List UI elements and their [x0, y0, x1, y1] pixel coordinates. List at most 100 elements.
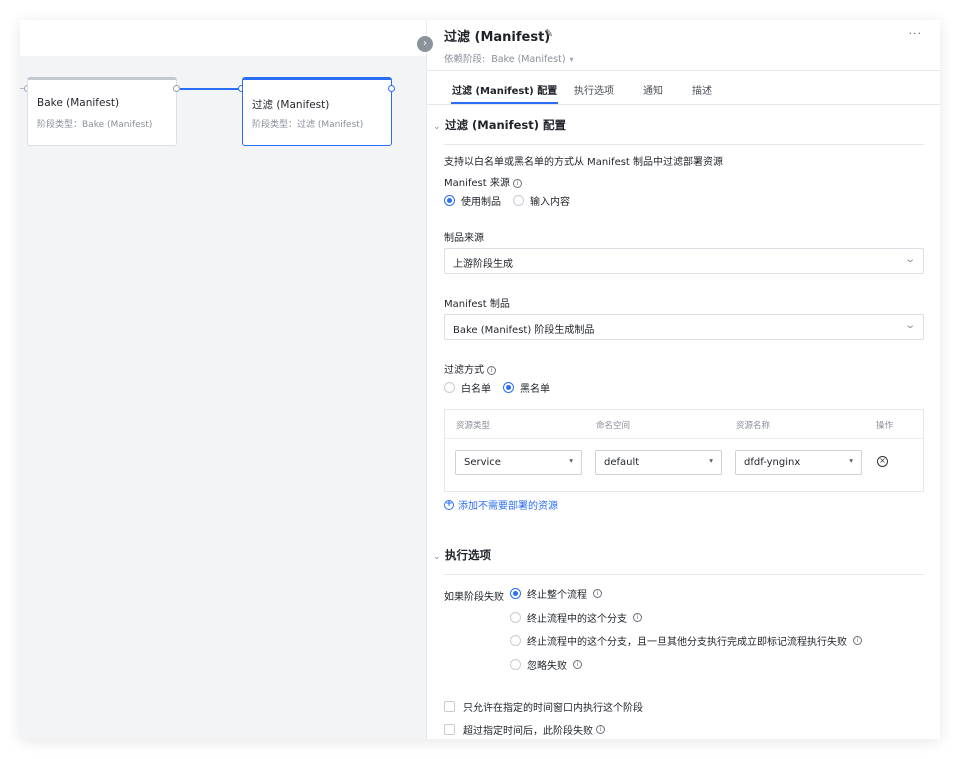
checkbox-timeout-fail[interactable]: 超过指定时间后，此阶段失败 i	[444, 722, 605, 737]
caret-down-icon: ▾	[569, 456, 573, 465]
info-icon[interactable]: i	[593, 588, 602, 598]
radio-button[interactable]	[510, 611, 521, 623]
info-icon[interactable]: i	[853, 635, 862, 645]
manifest-artifact-select[interactable]: Bake (Manifest) 阶段生成制品 ⌄	[444, 314, 924, 340]
label-text: 过滤方式	[444, 365, 484, 376]
section-header-filter-config[interactable]: ⌄ 过滤 (Manifest) 配置	[433, 117, 566, 133]
manifest-artifact-label: Manifest 制品	[444, 299, 510, 310]
info-icon[interactable]: i	[512, 179, 522, 188]
info-icon[interactable]: i	[633, 612, 642, 622]
node-title: 过滤 (Manifest)	[252, 99, 330, 111]
on-fail-option-stop-pipeline[interactable]: 终止整个流程 i	[510, 586, 602, 601]
radio-label: 忽略失败	[527, 660, 567, 672]
app-window: Bake (Manifest) 阶段类型：Bake (Manifest) 过滤 …	[20, 20, 940, 739]
node-subtitle: 阶段类型：过滤 (Manifest)	[252, 120, 364, 130]
table-header-actions: 操作	[876, 421, 894, 431]
select-value: dfdf-ynginx	[744, 457, 801, 468]
info-icon[interactable]: i	[573, 659, 582, 669]
info-icon[interactable]: i	[596, 725, 605, 734]
tab-filter-config[interactable]: 过滤 (Manifest) 配置	[451, 82, 559, 104]
radio-label: 使用制品	[461, 196, 501, 208]
radio-use-artifact[interactable]: 使用制品	[444, 193, 501, 208]
tab-exec-options[interactable]: 执行选项	[574, 82, 614, 104]
caret-down-icon: ▾	[849, 456, 853, 465]
chevron-down-icon: ⌄	[903, 320, 916, 331]
table-header-resource-type: 资源类型	[456, 421, 491, 431]
node-port-out[interactable]	[173, 85, 180, 92]
resource-type-select[interactable]: Service ▾	[455, 450, 582, 475]
add-resource-link[interactable]: + 添加不需要部署的资源	[444, 497, 558, 512]
caret-down-icon: ▾	[569, 55, 574, 64]
select-value: 上游阶段生成	[453, 259, 513, 270]
radio-button[interactable]	[510, 587, 521, 599]
node-port-out[interactable]	[388, 85, 395, 92]
tab-bar: 过滤 (Manifest) 配置 执行选项 通知 描述	[444, 80, 924, 104]
select-value: Bake (Manifest) 阶段生成制品	[453, 325, 595, 336]
checkbox[interactable]	[444, 724, 455, 735]
select-value: Service	[464, 457, 501, 468]
connector-bake-to-filter	[180, 88, 242, 90]
divider	[445, 438, 923, 439]
tab-description[interactable]: 描述	[692, 82, 712, 104]
radio-button[interactable]	[444, 194, 455, 206]
on-fail-option-stop-branch[interactable]: 终止流程中的这个分支 i	[510, 610, 642, 625]
checkbox-time-window[interactable]: 只允许在指定的时间窗口内执行这个阶段	[444, 699, 643, 714]
delete-row-icon[interactable]: ×	[877, 456, 888, 467]
chevron-down-icon: ⌄	[433, 552, 441, 562]
on-fail-label: 如果阶段失败	[444, 592, 504, 603]
dependency-selector[interactable]: 依赖阶段: Bake (Manifest) ▾	[444, 51, 574, 65]
on-fail-option-stop-branch-mark-fail[interactable]: 终止流程中的这个分支，且一旦其他分支执行完成立即标记流程执行失败 i	[510, 633, 862, 648]
tab-notifications[interactable]: 通知	[643, 82, 663, 104]
radio-button[interactable]	[510, 658, 521, 670]
resource-name-select[interactable]: dfdf-ynginx ▾	[735, 450, 862, 475]
filter-mode-radios: 白名单 黑名单	[444, 380, 562, 395]
chevron-down-icon: ⌄	[433, 122, 441, 132]
divider	[427, 104, 940, 105]
radio-whitelist[interactable]: 白名单	[444, 380, 491, 395]
pipeline-node-bake[interactable]: Bake (Manifest) 阶段类型：Bake (Manifest)	[27, 77, 177, 146]
checkbox-label: 只允许在指定的时间窗口内执行这个阶段	[463, 703, 643, 714]
dependency-value: Bake (Manifest)	[491, 54, 566, 65]
more-icon[interactable]: ···	[909, 27, 923, 40]
table-header-namespace: 命名空间	[596, 421, 631, 431]
radio-label: 终止流程中的这个分支，且一旦其他分支执行完成立即标记流程执行失败	[527, 636, 847, 648]
on-fail-option-ignore[interactable]: 忽略失败 i	[510, 657, 582, 672]
link-label: 添加不需要部署的资源	[458, 501, 558, 512]
checkbox[interactable]	[444, 701, 455, 712]
manifest-source-radios: 使用制品 输入内容	[444, 193, 582, 208]
radio-button[interactable]	[513, 194, 524, 206]
radio-label: 白名单	[461, 383, 491, 395]
radio-blacklist[interactable]: 黑名单	[503, 380, 550, 395]
radio-button[interactable]	[444, 381, 455, 393]
radio-label: 终止整个流程	[527, 589, 587, 601]
radio-button[interactable]	[510, 634, 521, 646]
canvas-toolbar	[20, 20, 426, 56]
radio-label: 输入内容	[530, 196, 570, 208]
config-description: 支持以白名单或黑名单的方式从 Manifest 制品中过滤部署资源	[444, 157, 724, 168]
stage-config-panel: 过滤 (Manifest) ✎ ··· 依赖阶段: Bake (Manifest)…	[426, 20, 940, 739]
chevron-right-icon[interactable]: ›	[417, 36, 433, 52]
label-text: Manifest 来源	[444, 178, 510, 189]
divider	[427, 70, 940, 71]
dependency-label: 依赖阶段:	[444, 54, 486, 65]
select-value: default	[604, 457, 640, 468]
radio-label: 终止流程中的这个分支	[527, 613, 627, 625]
resource-table: 资源类型 命名空间 资源名称 操作 Service ▾ default ▾ df…	[444, 409, 924, 492]
caret-down-icon: ▾	[709, 456, 713, 465]
node-subtitle: 阶段类型：Bake (Manifest)	[37, 120, 153, 130]
radio-label: 黑名单	[520, 383, 550, 395]
info-icon[interactable]: i	[487, 366, 496, 375]
radio-input-content[interactable]: 输入内容	[513, 193, 570, 208]
namespace-select[interactable]: default ▾	[595, 450, 722, 475]
node-title: Bake (Manifest)	[37, 97, 120, 109]
manifest-source-label: Manifest 来源 i	[444, 174, 522, 189]
checkbox-label: 超过指定时间后，此阶段失败	[463, 726, 593, 737]
divider	[444, 144, 924, 145]
artifact-source-label: 制品来源	[444, 233, 484, 244]
radio-button[interactable]	[503, 381, 514, 393]
section-header-exec-options[interactable]: ⌄ 执行选项	[433, 547, 491, 563]
edit-icon[interactable]: ✎	[544, 27, 553, 40]
pipeline-node-filter[interactable]: 过滤 (Manifest) 阶段类型：过滤 (Manifest)	[242, 77, 392, 146]
artifact-source-select[interactable]: 上游阶段生成 ⌄	[444, 248, 924, 274]
section-title: 过滤 (Manifest) 配置	[445, 118, 566, 132]
